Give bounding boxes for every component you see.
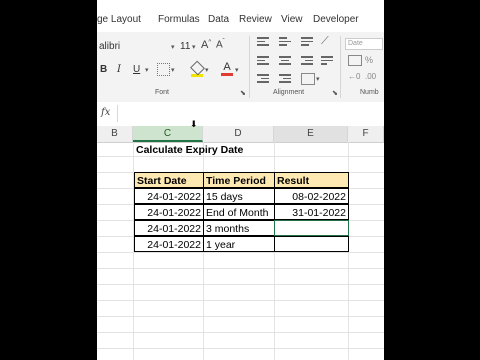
percent-style-icon[interactable]: % [365, 55, 373, 65]
header-cell-time-period[interactable]: Time Period [203, 172, 275, 188]
header-cell-start-date[interactable]: Start Date [134, 172, 204, 188]
grid-line [97, 284, 384, 285]
increase-decimal-icon[interactable]: ←0 [348, 72, 360, 81]
worksheet-grid[interactable]: Calculate Expiry Date Start Date Time Pe… [97, 142, 384, 360]
align-bottom-icon[interactable] [301, 37, 313, 47]
active-cell[interactable] [274, 220, 349, 236]
accounting-format-icon[interactable] [348, 55, 362, 66]
grid-line [97, 332, 384, 333]
table-cell[interactable]: End of Month [203, 204, 275, 220]
borders-icon[interactable] [157, 63, 170, 76]
alignment-group-label: Alignment [273, 89, 305, 96]
table-cell[interactable]: 24-01-2022 [134, 204, 204, 220]
decrease-indent-icon[interactable] [257, 74, 269, 84]
grid-line [97, 300, 384, 301]
align-center-icon[interactable] [279, 56, 291, 66]
header-cell-result[interactable]: Result [274, 172, 349, 188]
tab-developer[interactable]: Developer [313, 14, 359, 25]
fx-icon[interactable]: fx [101, 107, 110, 118]
grid-line [97, 348, 384, 349]
table-cell[interactable]: 15 days [203, 188, 275, 204]
column-header-e[interactable]: E [274, 126, 348, 142]
merge-center-icon[interactable] [301, 73, 315, 85]
wrap-text-icon[interactable] [321, 56, 333, 66]
align-top-icon[interactable] [257, 37, 269, 47]
font-color-icon[interactable]: A [221, 61, 233, 77]
increase-font-icon[interactable]: A^ [201, 39, 211, 51]
ribbon: alibri ▾ 11 ▾ A^ Aˇ B I U ▾ ▾ ▾ A ▾ Font… [97, 32, 384, 102]
merge-dropdown-icon[interactable]: ▾ [316, 75, 320, 83]
decrease-font-icon[interactable]: Aˇ [216, 39, 225, 50]
bold-icon[interactable]: B [100, 64, 107, 75]
font-size-box[interactable]: 11 [180, 41, 190, 52]
font-size-dropdown-icon[interactable]: ▾ [192, 43, 196, 51]
column-header-d[interactable]: D [203, 126, 274, 142]
tab-page-layout[interactable]: ge Layout [97, 14, 141, 25]
fill-color-dropdown-icon[interactable]: ▾ [205, 66, 209, 74]
orientation-icon[interactable]: ⟋ [321, 35, 329, 48]
grid-line [97, 316, 384, 317]
column-header-f[interactable]: F [348, 126, 384, 142]
column-headers: B C D E F [97, 126, 384, 143]
number-group-label: Numb [360, 89, 379, 96]
table-cell[interactable]: 24-01-2022 [134, 188, 204, 204]
fill-color-icon[interactable] [190, 60, 205, 77]
align-right-icon[interactable] [301, 56, 313, 66]
borders-dropdown-icon[interactable]: ▾ [171, 66, 175, 74]
decrease-decimal-icon[interactable]: .00 [365, 72, 376, 81]
font-name-dropdown-icon[interactable]: ▾ [171, 43, 175, 51]
formula-input[interactable] [117, 105, 383, 122]
font-name-box[interactable]: alibri [99, 41, 120, 52]
tab-review[interactable]: Review [239, 14, 272, 25]
tab-formulas[interactable]: Formulas [158, 14, 200, 25]
font-dialog-launcher-icon[interactable]: ⬊ [240, 89, 246, 97]
tab-data[interactable]: Data [208, 14, 229, 25]
italic-icon[interactable]: I [117, 64, 121, 75]
column-header-b[interactable]: B [97, 126, 133, 142]
table-cell[interactable]: 08-02-2022 [274, 188, 349, 204]
excel-window: ge Layout Formulas Data Review View Deve… [97, 0, 384, 360]
tab-view[interactable]: View [281, 14, 303, 25]
align-left-icon[interactable] [257, 56, 269, 66]
increase-indent-icon[interactable] [279, 74, 291, 84]
table-cell[interactable]: 1 year [203, 236, 275, 252]
underline-icon[interactable]: U [133, 64, 140, 75]
table-cell[interactable]: 3 months [203, 220, 275, 236]
number-format-box[interactable]: Date [345, 38, 383, 50]
group-separator [249, 36, 250, 98]
underline-dropdown-icon[interactable]: ▾ [145, 66, 149, 74]
table-cell[interactable]: 31-01-2022 [274, 204, 349, 220]
align-middle-icon[interactable] [279, 37, 291, 47]
table-cell[interactable]: 24-01-2022 [134, 236, 204, 252]
column-select-cursor-icon: ⬇ [190, 119, 198, 129]
sheet-title[interactable]: Calculate Expiry Date [134, 142, 245, 158]
font-group-label: Font [155, 89, 170, 96]
grid-line [97, 268, 384, 269]
alignment-dialog-launcher-icon[interactable]: ⬊ [332, 89, 338, 97]
grid-line [97, 252, 384, 253]
group-separator [340, 36, 341, 98]
formula-bar: fx [97, 102, 384, 127]
font-color-dropdown-icon[interactable]: ▾ [235, 66, 239, 74]
table-cell[interactable]: 24-01-2022 [134, 220, 204, 236]
table-cell[interactable] [274, 236, 349, 252]
